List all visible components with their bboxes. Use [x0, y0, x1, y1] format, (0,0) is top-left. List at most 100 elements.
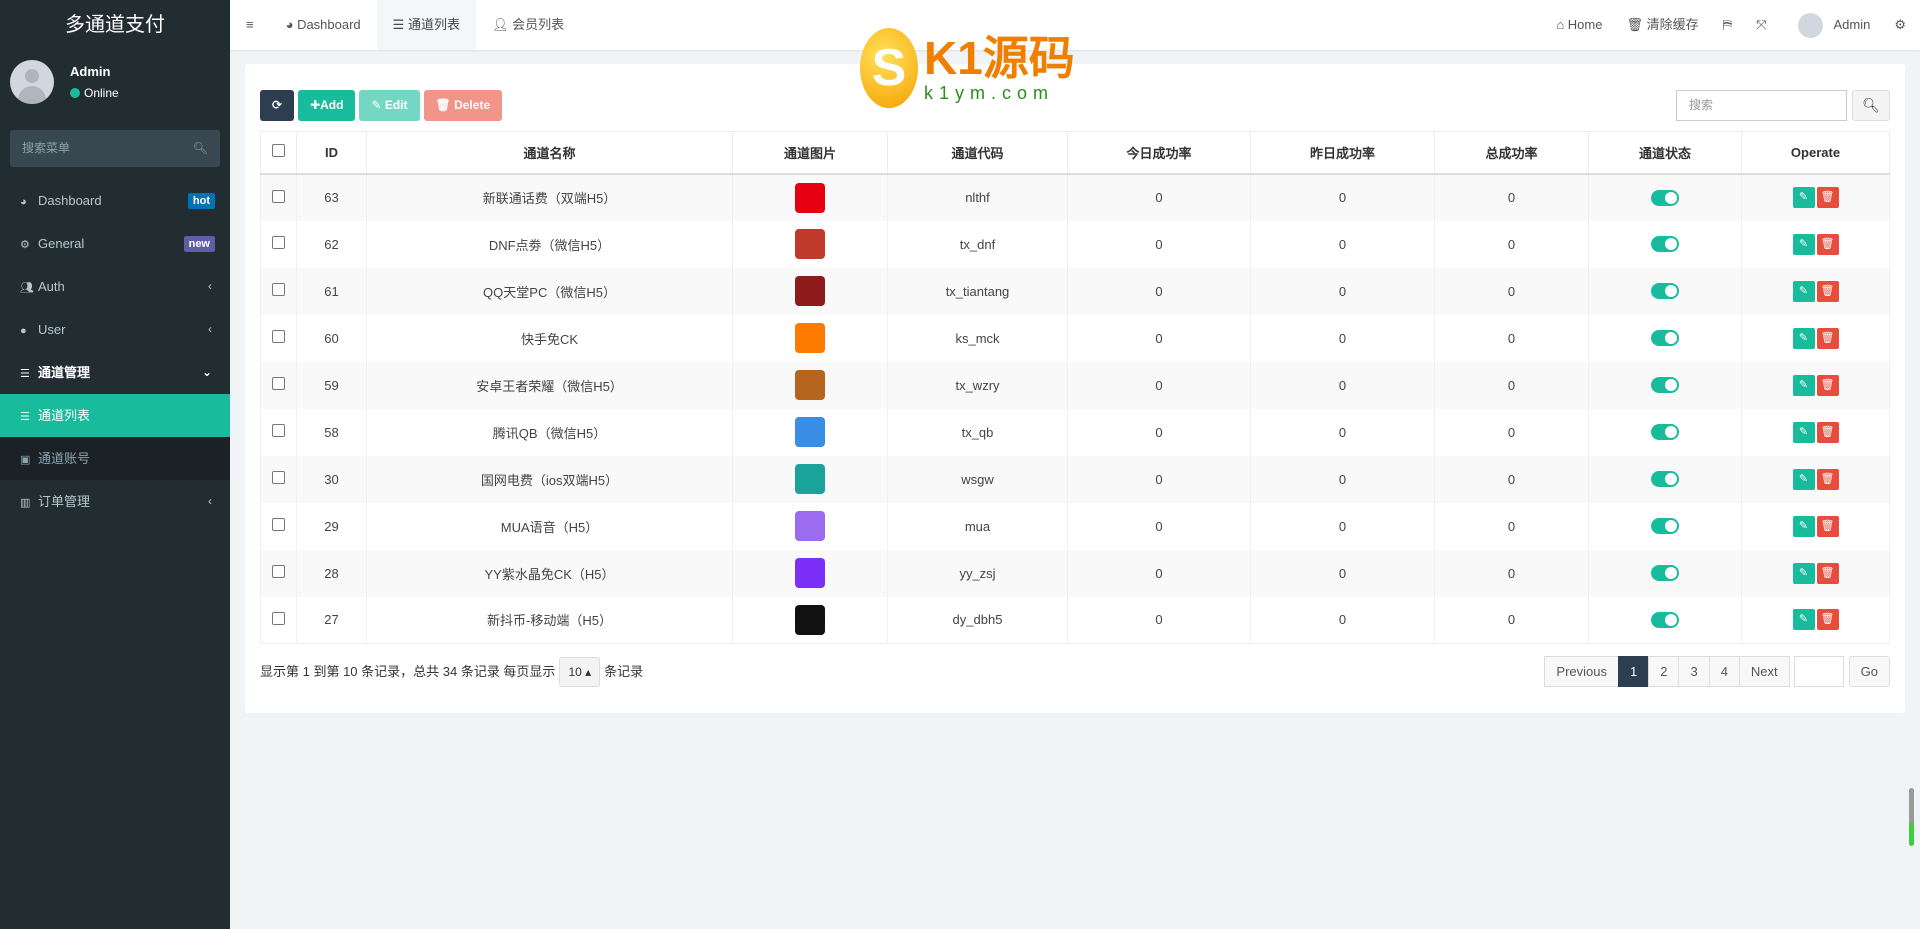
status-toggle[interactable]	[1651, 377, 1679, 394]
row-checkbox[interactable]	[260, 549, 297, 597]
row-checkbox[interactable]	[260, 220, 297, 268]
edit-row-button[interactable]: ✎	[1792, 515, 1815, 537]
delete-row-button[interactable]: 🗑︎	[1816, 562, 1839, 584]
sidebar-item-auth[interactable]: 👥︎ Auth ‹	[0, 265, 230, 308]
delete-row-button[interactable]: 🗑︎	[1816, 280, 1839, 302]
delete-row-button[interactable]: 🗑︎	[1816, 609, 1839, 631]
row-checkbox[interactable]	[260, 173, 297, 221]
search-input[interactable]: 搜索	[1676, 90, 1847, 121]
channel-image[interactable]	[795, 511, 825, 541]
col-header[interactable]: 昨日成功率	[1250, 131, 1435, 175]
cell-yesterday-rate: 0	[1250, 455, 1435, 503]
search-icon[interactable]: 🔍︎	[193, 130, 208, 167]
edit-row-button[interactable]: ✎	[1792, 233, 1815, 255]
edit-row-button[interactable]: ✎	[1792, 374, 1815, 396]
channel-image[interactable]	[795, 558, 825, 588]
sidebar-item-user[interactable]: ● User ‹	[0, 308, 230, 351]
channel-image[interactable]	[795, 464, 825, 494]
sidebar-item-dashboard[interactable]: ◕ Dashboard hot	[0, 179, 230, 222]
language-icon[interactable]: ⛿	[1711, 0, 1744, 50]
cell-operate: ✎ 🗑︎	[1741, 220, 1890, 268]
app-logo[interactable]: 多通道支付	[0, 0, 230, 50]
row-checkbox[interactable]	[260, 502, 297, 550]
page-4-button[interactable]: 4	[1708, 656, 1740, 687]
sidebar-item-channel-list[interactable]: ☰ 通道列表	[0, 394, 230, 437]
channel-image[interactable]	[795, 323, 825, 353]
row-checkbox[interactable]	[260, 314, 297, 362]
delete-row-button[interactable]: 🗑︎	[1816, 374, 1839, 396]
row-checkbox[interactable]	[260, 361, 297, 409]
search-button[interactable]: 🔍︎	[1852, 90, 1890, 121]
channel-image[interactable]	[795, 229, 825, 259]
delete-row-button[interactable]: 🗑︎	[1816, 515, 1839, 537]
user-menu[interactable]: Admin	[1778, 0, 1882, 50]
edit-row-button[interactable]: ✎	[1792, 562, 1815, 584]
fullscreen-icon[interactable]: ⤧	[1744, 0, 1778, 50]
status-toggle[interactable]	[1651, 612, 1679, 629]
channel-image[interactable]	[795, 604, 825, 635]
cell-image	[732, 267, 888, 315]
edit-row-button[interactable]: ✎	[1792, 609, 1815, 631]
sidebar-item-general[interactable]: ⚙ General new	[0, 222, 230, 265]
col-header[interactable]: ID	[296, 131, 367, 175]
edit-row-button[interactable]: ✎	[1792, 280, 1815, 302]
delete-row-button[interactable]: 🗑︎	[1816, 187, 1839, 208]
go-button[interactable]: Go	[1848, 656, 1890, 687]
col-header[interactable]: 总成功率	[1434, 131, 1589, 175]
table-row: 28 YY紫水晶免CK（H5） yy_zsj 0 0 0 ✎ 🗑︎	[260, 549, 1890, 597]
edit-row-button[interactable]: ✎	[1792, 421, 1815, 443]
edit-row-button[interactable]: ✎	[1792, 468, 1815, 490]
edit-row-button[interactable]: ✎	[1792, 187, 1815, 208]
status-toggle[interactable]	[1651, 236, 1679, 253]
status-toggle[interactable]	[1651, 283, 1679, 300]
page-size-value: 10	[568, 665, 582, 679]
tab-dashboard[interactable]: ◕ Dashboard	[270, 0, 377, 50]
menu-search-input[interactable]: 搜索菜单 🔍︎	[10, 130, 220, 167]
col-header[interactable]: 通道名称	[366, 131, 733, 175]
sidebar-item-channel-account[interactable]: ▣ 通道账号	[0, 437, 230, 480]
page-2-button[interactable]: 2	[1648, 656, 1680, 687]
page-3-button[interactable]: 3	[1678, 656, 1710, 687]
page-size-select[interactable]: 10 ▴	[559, 657, 601, 687]
tab-channel-list[interactable]: ☰ 通道列表	[376, 0, 476, 50]
channel-image[interactable]	[795, 417, 825, 447]
delete-row-button[interactable]: 🗑︎	[1816, 327, 1839, 349]
status-toggle[interactable]	[1651, 330, 1679, 347]
edit-row-button[interactable]: ✎	[1792, 327, 1815, 349]
page-jump-input[interactable]	[1793, 656, 1844, 687]
channel-image[interactable]	[795, 276, 825, 306]
sidebar-item-orders[interactable]: ▥ 订单管理 ‹	[0, 480, 230, 523]
channel-image[interactable]	[795, 182, 825, 213]
delete-row-button[interactable]: 🗑︎	[1816, 421, 1839, 443]
col-header[interactable]: 今日成功率	[1067, 131, 1251, 175]
row-checkbox[interactable]	[260, 596, 297, 644]
status-toggle[interactable]	[1651, 518, 1679, 535]
channel-image[interactable]	[795, 370, 825, 400]
delete-row-button[interactable]: 🗑︎	[1816, 233, 1839, 255]
status-toggle[interactable]	[1651, 424, 1679, 441]
row-checkbox[interactable]	[260, 267, 297, 315]
status-toggle[interactable]	[1651, 471, 1679, 488]
next-page-button[interactable]: Next	[1738, 656, 1790, 687]
sidebar-item-channel-manage[interactable]: ☰ 通道管理 ⌄	[0, 351, 230, 394]
delete-button[interactable]: 🗑︎ Delete	[423, 90, 503, 121]
edit-button[interactable]: ✎ Edit	[359, 90, 420, 121]
status-toggle[interactable]	[1651, 565, 1679, 582]
select-all-checkbox[interactable]	[260, 131, 297, 175]
refresh-button[interactable]: ⟳	[260, 90, 295, 121]
clear-cache-button[interactable]: 🗑︎ 清除缓存	[1614, 0, 1710, 50]
add-button[interactable]: ✚Add	[298, 90, 356, 121]
delete-row-button[interactable]: 🗑︎	[1816, 468, 1839, 490]
cell-name: 腾讯QB（微信H5）	[366, 408, 733, 456]
prev-page-button[interactable]: Previous	[1544, 656, 1619, 687]
settings-icon[interactable]: ⚙	[1882, 0, 1920, 50]
tab-member-list[interactable]: 👤︎ 会员列表	[476, 0, 580, 50]
page-scrollbar[interactable]	[1909, 788, 1914, 846]
row-checkbox[interactable]	[260, 408, 297, 456]
page-1-button[interactable]: 1	[1617, 656, 1650, 687]
col-header[interactable]: 通道代码	[887, 131, 1068, 175]
status-toggle[interactable]	[1651, 189, 1679, 206]
home-link[interactable]: ⌂ Home	[1544, 0, 1614, 50]
menu-toggle-icon[interactable]: ≡	[230, 0, 270, 50]
row-checkbox[interactable]	[260, 455, 297, 503]
